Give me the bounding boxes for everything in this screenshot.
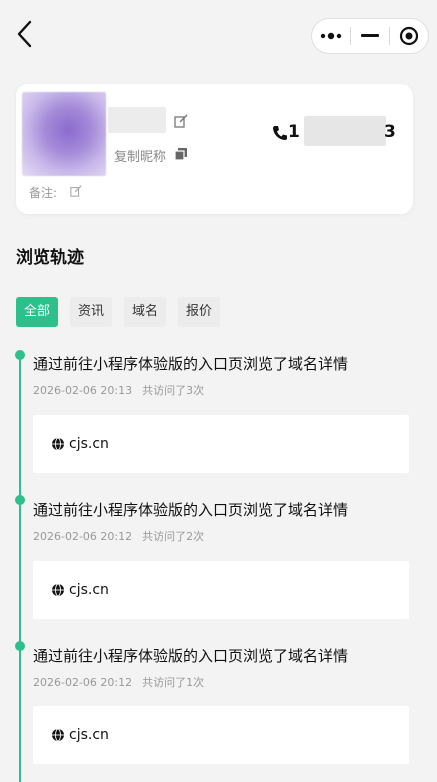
event-meta: 2026-02-06 20:12 共访问了1次	[33, 674, 204, 690]
event-title: 通过前往小程序体验版的入口页浏览了域名详情	[33, 355, 349, 373]
note-label: 备注:	[29, 186, 58, 200]
timeline-line	[19, 355, 21, 782]
event-meta: 2026-02-06 20:13 共访问了3次	[33, 382, 204, 398]
mini-program-capsule	[311, 18, 429, 54]
back-button[interactable]	[12, 16, 36, 52]
phone-icon[interactable]	[272, 125, 288, 141]
domain-name: cjs.cn	[69, 727, 109, 743]
tab-news[interactable]: 资讯	[70, 297, 113, 327]
more-dots-icon	[320, 32, 342, 40]
event-meta: 2026-02-06 20:12 共访问了2次	[33, 528, 204, 544]
domain-card[interactable]: cjs.cn	[33, 415, 409, 473]
chevron-left-icon	[17, 20, 32, 48]
phone-number-end: 3	[384, 122, 396, 142]
event-time: 2026-02-06 20:12	[33, 676, 133, 689]
close-target-icon	[399, 26, 419, 46]
timeline-dot	[15, 495, 25, 505]
tab-all[interactable]: 全部	[16, 297, 59, 327]
globe-icon	[52, 728, 64, 742]
copy-icon[interactable]	[174, 147, 188, 161]
nickname-redacted	[108, 107, 166, 133]
phone-number-redacted	[304, 116, 386, 146]
more-button[interactable]	[312, 19, 350, 53]
domain-name: cjs.cn	[69, 436, 109, 452]
customer-profile-card: 复制昵称 备注: 1 3	[16, 84, 413, 214]
minimize-button[interactable]	[351, 19, 389, 53]
avatar[interactable]	[22, 92, 106, 176]
event-visit-count: 共访问了2次	[142, 530, 205, 543]
tab-domains[interactable]: 域名	[124, 297, 167, 327]
close-button[interactable]	[390, 19, 428, 53]
note-edit-icon[interactable]	[70, 185, 82, 197]
domain-name: cjs.cn	[69, 582, 109, 598]
event-title: 通过前往小程序体验版的入口页浏览了域名详情	[33, 501, 349, 519]
copy-nickname-button[interactable]: 复制昵称	[114, 146, 166, 165]
edit-icon[interactable]	[174, 114, 188, 128]
event-visit-count: 共访问了3次	[142, 384, 205, 397]
filter-tabs: 全部 资讯 域名 报价	[16, 297, 232, 327]
phone-number-start: 1	[288, 122, 300, 142]
timeline-dot	[15, 641, 25, 651]
globe-icon	[52, 437, 64, 451]
event-time: 2026-02-06 20:13	[33, 384, 133, 397]
event-time: 2026-02-06 20:12	[33, 530, 133, 543]
minimize-icon	[361, 34, 379, 37]
domain-card[interactable]: cjs.cn	[33, 561, 409, 619]
top-bar	[0, 0, 437, 70]
timeline-dot	[15, 350, 25, 360]
globe-icon	[52, 583, 64, 597]
domain-card[interactable]: cjs.cn	[33, 706, 409, 764]
event-visit-count: 共访问了1次	[142, 676, 205, 689]
event-title: 通过前往小程序体验版的入口页浏览了域名详情	[33, 647, 349, 665]
tab-quotes[interactable]: 报价	[178, 297, 221, 327]
browse-trail-title: 浏览轨迹	[16, 248, 84, 268]
